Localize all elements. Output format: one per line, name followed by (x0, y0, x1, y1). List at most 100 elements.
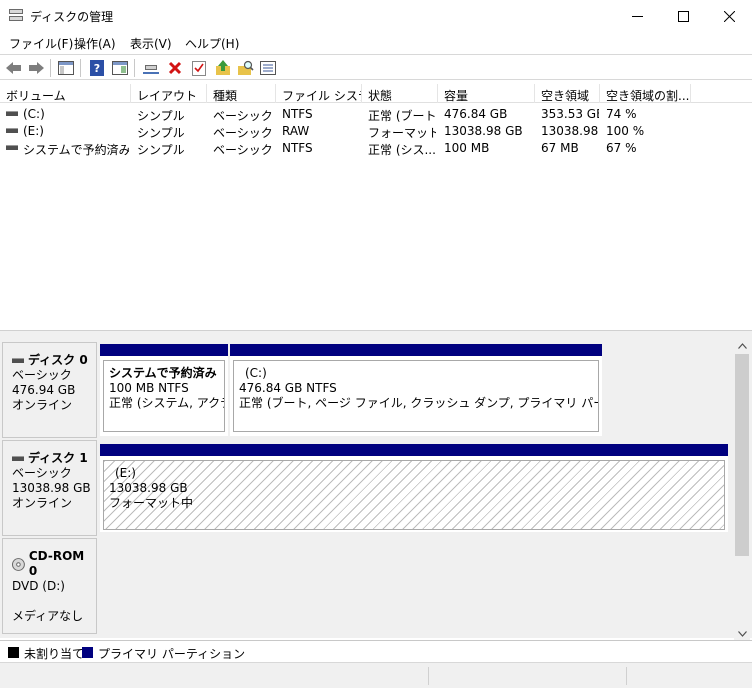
checklist-icon (192, 61, 206, 76)
cell-filesystem: NTFS (282, 107, 313, 121)
column-header-type[interactable]: 種類 (207, 84, 276, 103)
forward-button[interactable] (26, 58, 46, 78)
cell-free-percent: 67 % (606, 141, 637, 155)
disk-0-partitions: システムで予約済み 100 MB NTFS 正常 (システム, アクティブ (C… (98, 342, 606, 438)
cell-filesystem: RAW (282, 124, 310, 138)
column-header-status[interactable]: 状態 (362, 84, 438, 103)
cell-volume: (E:) (23, 124, 44, 138)
menu-file[interactable]: ファイル(F) (9, 35, 73, 52)
minimize-icon (631, 15, 643, 17)
toolbar-separator (80, 59, 81, 77)
volume-list-header: ボリューム レイアウト 種類 ファイル システム 状態 容量 空き領域 空き領域… (0, 84, 752, 103)
search-folder-button[interactable] (236, 58, 256, 78)
maximize-button[interactable] (660, 0, 706, 32)
menu-bar: ファイル(F) 操作(A) 表示(V) ヘルプ(H) (0, 32, 752, 52)
partition-title: (C:) (245, 366, 267, 380)
console-tree-icon (58, 61, 74, 75)
hard-disk-icon (12, 358, 24, 363)
cdrom-0-spacer (12, 594, 96, 609)
scroll-thumb[interactable] (735, 354, 749, 556)
cd-rom-icon (12, 557, 25, 571)
help-icon: ? (90, 60, 104, 76)
volume-icon (6, 145, 18, 150)
volume-list[interactable]: ボリューム レイアウト 種類 ファイル システム 状態 容量 空き領域 空き領域… (0, 84, 752, 330)
partition-size: 13038.98 GB (109, 481, 188, 495)
toolbar-separator (134, 59, 135, 77)
properties-button[interactable] (110, 58, 130, 78)
disk-1-label[interactable]: ディスク 1 ベーシック 13038.98 GB オンライン (2, 440, 97, 536)
partition-title: (E:) (115, 466, 136, 480)
partition-e[interactable]: (E:) 13038.98 GB フォーマット中 (100, 444, 728, 532)
primary-partition-bar (100, 444, 728, 456)
table-row[interactable]: (C:) シンプル ベーシック NTFS 正常 (ブート... 476.84 G… (0, 105, 752, 123)
delete-button[interactable] (165, 58, 185, 78)
minimize-button[interactable] (614, 0, 660, 32)
disk-1-name-row: ディスク 1 (12, 451, 96, 466)
back-button[interactable] (4, 58, 24, 78)
partition-status: 正常 (ブート, ページ ファイル, クラッシュ ダンプ, プライマリ パーティ… (239, 396, 598, 410)
disk-0-name: ディスク 0 (28, 353, 88, 367)
primary-partition-bar (230, 344, 602, 356)
disk-1-status: オンライン (12, 496, 73, 510)
console-tree-button[interactable] (56, 58, 76, 78)
connect-button[interactable] (141, 58, 161, 78)
disk-1-partitions: (E:) 13038.98 GB フォーマット中 (98, 440, 732, 536)
disk-0-label[interactable]: ディスク 0 ベーシック 476.94 GB オンライン (2, 342, 97, 438)
forward-arrow-icon (29, 62, 44, 74)
cell-volume: システムで予約済み (23, 143, 129, 157)
menu-view[interactable]: 表示(V) (130, 35, 172, 52)
legend-swatch-primary (82, 647, 93, 658)
disk-pane-scrollbar[interactable] (734, 338, 750, 640)
menu-action[interactable]: 操作(A) (74, 35, 116, 52)
primary-partition-bar (100, 344, 228, 356)
column-header-capacity[interactable]: 容量 (438, 84, 535, 103)
disk-1-name: ディスク 1 (28, 451, 88, 465)
window-title: ディスクの管理 (30, 10, 114, 24)
cdrom-0-name-row: CD-ROM 0 (12, 549, 96, 579)
title-bar: ディスクの管理 (0, 0, 752, 32)
partition-system-reserved-box: システムで予約済み 100 MB NTFS 正常 (システム, アクティブ (103, 360, 225, 432)
partition-c[interactable]: (C:) 476.84 GB NTFS 正常 (ブート, ページ ファイル, ク… (230, 344, 602, 436)
cell-free-space: 67 MB (541, 141, 579, 155)
back-arrow-icon (6, 62, 21, 74)
checklist-button[interactable] (189, 58, 209, 78)
cell-capacity: 13038.98 GB (444, 124, 523, 138)
menu-help[interactable]: ヘルプ(H) (185, 35, 239, 52)
cell-capacity: 100 MB (444, 141, 490, 155)
partition-size: 100 MB NTFS (109, 381, 189, 395)
disk-1-type: ベーシック (12, 466, 72, 480)
partition-title: システムで予約済み (109, 366, 217, 380)
table-row[interactable]: (E:) シンプル ベーシック RAW フォーマット中 13038.98 GB … (0, 122, 752, 140)
cell-layout: シンプル (137, 143, 185, 157)
scroll-up-button[interactable] (734, 338, 750, 354)
list-view-icon (260, 61, 276, 75)
chevron-up-icon (737, 343, 747, 349)
volume-icon (6, 111, 18, 116)
column-header-free-space[interactable]: 空き領域 (535, 84, 600, 103)
legend-label-primary: プライマリ パーティション (98, 647, 246, 661)
column-header-free-percent[interactable]: 空き領域の割... (600, 84, 691, 103)
close-button[interactable] (706, 0, 752, 32)
delete-icon (168, 61, 182, 75)
column-header-layout[interactable]: レイアウト (131, 84, 207, 103)
help-button[interactable]: ? (87, 58, 107, 78)
table-row[interactable]: システムで予約済み シンプル ベーシック NTFS 正常 (シス... 100 … (0, 139, 752, 157)
column-header-volume[interactable]: ボリューム (0, 84, 131, 103)
hard-disk-icon (12, 456, 24, 461)
partition-system-reserved[interactable]: システムで予約済み 100 MB NTFS 正常 (システム, アクティブ (100, 344, 228, 436)
partition-status: フォーマット中 (109, 496, 194, 510)
partition-c-box: (C:) 476.84 GB NTFS 正常 (ブート, ページ ファイル, ク… (233, 360, 599, 432)
list-view-button[interactable] (258, 58, 278, 78)
volume-icon (6, 128, 18, 133)
toolbar-separator (50, 59, 51, 77)
cell-type: ベーシック (213, 143, 273, 157)
cell-free-space: 353.53 GB (541, 107, 599, 121)
svg-text:?: ? (94, 62, 100, 75)
cdrom-0-label[interactable]: CD-ROM 0 DVD (D:) メディアなし (2, 538, 97, 634)
status-separator (626, 667, 627, 685)
cdrom-0-name: CD-ROM 0 (28, 549, 85, 578)
cdrom-0-type: DVD (D:) (12, 579, 65, 593)
folder-up-button[interactable] (213, 58, 233, 78)
column-header-filesystem[interactable]: ファイル システム (276, 84, 362, 103)
properties-icon (112, 61, 128, 75)
